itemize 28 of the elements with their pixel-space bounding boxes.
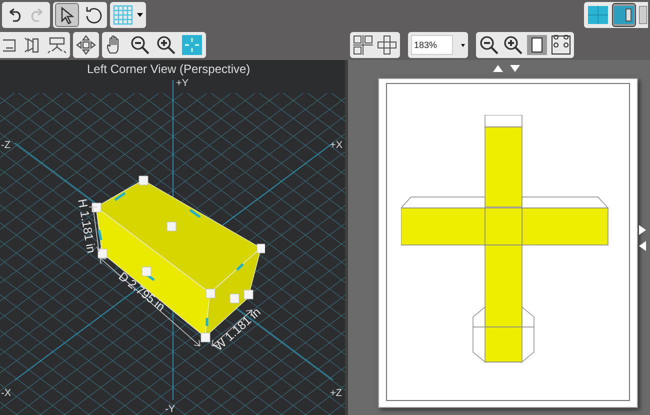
select-tool-button[interactable] (55, 3, 79, 27)
cross-net-icon[interactable] (377, 35, 397, 55)
viewport-title: Left Corner View (Perspective) (87, 62, 250, 76)
caret-icon[interactable] (461, 44, 465, 46)
axis-label: +Z (330, 388, 342, 399)
side-arrows-icon[interactable] (639, 225, 646, 251)
scroll-up-icon[interactable] (493, 65, 521, 72)
zoom-out-icon[interactable] (479, 35, 499, 55)
axis-label: -Z (1, 140, 10, 151)
caret-icon[interactable] (137, 13, 143, 17)
view-layout-button[interactable] (612, 3, 636, 27)
layout-grid-icon[interactable] (353, 35, 373, 55)
multi-page-icon[interactable] (551, 35, 571, 55)
zoom-in-icon[interactable] (503, 35, 523, 55)
move-arrows-icon[interactable] (76, 35, 96, 55)
front-view-icon[interactable] (3, 37, 17, 53)
side-view-icon[interactable] (23, 36, 41, 54)
dimension-label: H 1.181 in (75, 198, 98, 254)
page-icon[interactable] (527, 35, 547, 55)
axis-label: -X (1, 388, 11, 399)
view-layout-button[interactable] (638, 3, 648, 27)
zoom-out-icon[interactable] (130, 35, 150, 55)
axis-label: +X (330, 140, 343, 151)
top-view-icon[interactable] (47, 36, 67, 54)
zoom-field[interactable]: 183% (411, 35, 453, 55)
zoom-in-icon[interactable] (156, 35, 176, 55)
axis-label: +Y (176, 78, 189, 89)
axis-label: -Y (165, 404, 175, 415)
